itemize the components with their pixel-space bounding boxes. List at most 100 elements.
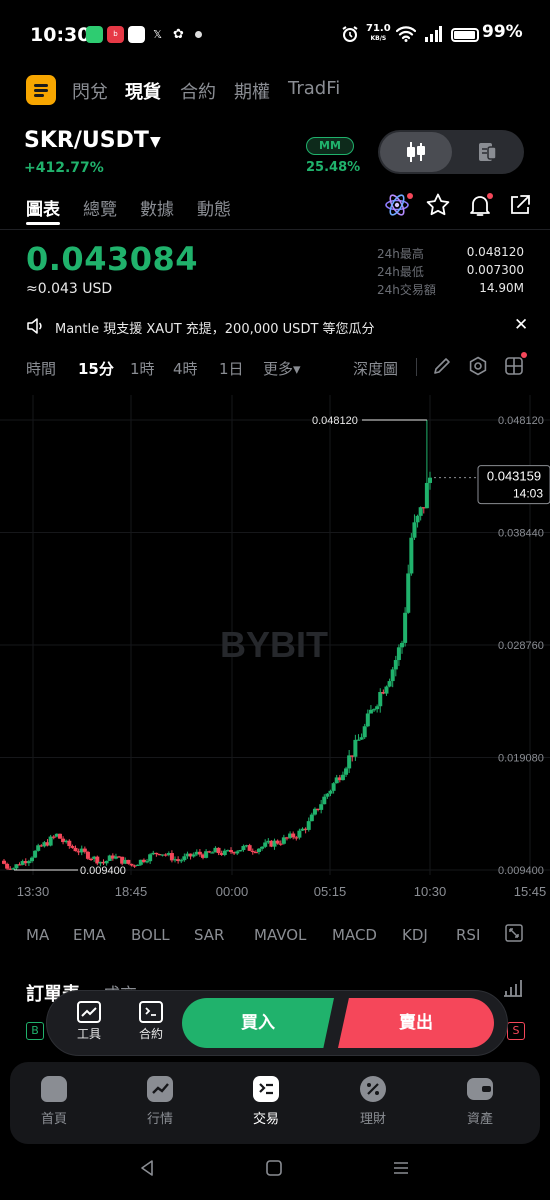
tab-spot[interactable]: 現貨 <box>125 78 161 104</box>
candle-body <box>368 709 373 714</box>
timeframe-1d[interactable]: 1日 <box>219 358 244 379</box>
candle-body <box>344 768 349 775</box>
depth-chart-icon[interactable] <box>502 978 524 998</box>
candle-body <box>309 814 314 822</box>
subtab-chart[interactable]: 圖表 <box>26 195 60 220</box>
star-icon[interactable] <box>425 192 451 218</box>
nav-home[interactable]: 首頁 <box>24 1076 84 1127</box>
timeframe-4h[interactable]: 4時 <box>173 358 198 379</box>
timeframe-15m[interactable]: 15分 <box>78 358 114 379</box>
x-tick-label: 05:15 <box>314 884 347 899</box>
tab-options[interactable]: 期權 <box>234 78 270 104</box>
tools-button[interactable]: 工具 <box>69 1001 109 1042</box>
indicator-ma[interactable]: MA <box>26 926 49 944</box>
candle-body <box>390 669 395 682</box>
indicator-rsi[interactable]: RSI <box>456 926 480 944</box>
trade-view-icon[interactable] <box>476 141 498 163</box>
indicator-mavol[interactable]: MAVOL <box>254 926 306 944</box>
subtab-feed[interactable]: 動態 <box>197 195 231 220</box>
sell-tag: S <box>507 1022 525 1040</box>
candle-body <box>222 850 227 855</box>
candle-body <box>210 852 215 854</box>
nav-assets[interactable]: 資產 <box>450 1076 510 1127</box>
y-tick-label: 0.028760 <box>498 640 544 652</box>
last-price: 0.043084 <box>26 240 199 278</box>
candle-body <box>67 840 72 847</box>
home-button-icon[interactable] <box>265 1158 283 1178</box>
back-icon[interactable] <box>138 1158 156 1178</box>
x-tick-label: 13:30 <box>17 884 50 899</box>
indicator-ema[interactable]: EMA <box>73 926 106 944</box>
share-icon[interactable] <box>507 192 533 218</box>
x-axis-labels: 13:30 18:45 00:00 05:15 10:30 15:45 <box>17 884 547 899</box>
timeframe-1h[interactable]: 1時 <box>130 358 155 379</box>
tab-convert[interactable]: 閃兌 <box>72 78 108 104</box>
indicator-macd[interactable]: MACD <box>332 926 377 944</box>
alarm-icon <box>342 26 358 42</box>
timeframe-more[interactable]: 更多▾ <box>263 358 301 379</box>
timeframe-time[interactable]: 時間 <box>26 358 56 379</box>
indicator-sar[interactable]: SAR <box>194 926 224 944</box>
menu-icon[interactable] <box>26 75 56 105</box>
candle-body <box>148 854 153 862</box>
pencil-icon[interactable] <box>432 356 452 376</box>
candle-body <box>412 522 417 538</box>
more-notifications-icon <box>195 31 202 38</box>
trade-icon <box>253 1076 279 1102</box>
candle-body <box>263 842 268 847</box>
layout-grid-icon[interactable] <box>504 356 524 376</box>
y-tick-label: 0.048120 <box>498 415 544 427</box>
last-price-usd: ≈0.043 USD <box>26 281 113 297</box>
chart-view-option[interactable] <box>380 132 452 172</box>
recents-icon[interactable] <box>392 1158 410 1178</box>
candle-body <box>197 851 202 855</box>
volume-label: 24h交易額 <box>377 283 436 297</box>
nav-markets-label: 行情 <box>146 1112 173 1127</box>
contract-button[interactable]: 合約 <box>131 1001 171 1042</box>
chart-watermark: BYBIT <box>220 624 328 665</box>
subtab-data[interactable]: 數據 <box>140 195 174 220</box>
sell-button[interactable]: 賣出 <box>338 998 494 1048</box>
battery-icon <box>451 28 479 42</box>
mm-badge[interactable]: MM <box>306 137 354 155</box>
depth-chart-tab[interactable]: 深度圖 <box>353 358 398 379</box>
nav-trade[interactable]: 交易 <box>236 1076 296 1127</box>
candle-body <box>247 845 252 851</box>
settings-icon[interactable] <box>468 356 488 376</box>
nav-markets[interactable]: 行情 <box>130 1076 190 1127</box>
nav-earn[interactable]: 理財 <box>343 1076 403 1127</box>
view-toggle[interactable] <box>378 130 524 174</box>
candlestick-icon <box>407 142 425 162</box>
close-icon[interactable]: ✕ <box>514 315 528 335</box>
candle-body <box>347 755 352 769</box>
candle-body <box>396 647 401 661</box>
pair-dropdown-icon[interactable]: ▼ <box>150 134 161 150</box>
markets-icon <box>147 1076 173 1102</box>
announcement-text[interactable]: Mantle 現支援 XAUT 充提，200,000 USDT 等您瓜分 <box>55 318 375 337</box>
subtab-overview[interactable]: 總覽 <box>83 195 117 220</box>
candle-body <box>297 830 302 838</box>
volume-value: 14.90M <box>479 281 524 295</box>
expand-icon[interactable] <box>505 924 523 942</box>
candle-body <box>129 863 134 866</box>
candle-body <box>375 706 380 710</box>
indicator-boll[interactable]: BOLL <box>131 926 170 944</box>
price-chart[interactable]: BYBIT 0.048120 0.038440 0.028760 0.019080 0.… <box>0 395 550 905</box>
indicator-kdj[interactable]: KDJ <box>402 926 428 944</box>
wallet-icon <box>467 1078 493 1100</box>
app-icon <box>128 26 145 43</box>
candle-body <box>328 790 333 794</box>
nav-earn-label: 理財 <box>359 1112 386 1127</box>
candle-body <box>325 793 330 797</box>
candle-body <box>306 821 311 830</box>
home-icon <box>41 1076 67 1102</box>
pair-symbol[interactable]: SKR/USDT <box>24 128 149 153</box>
candle-body <box>73 847 78 852</box>
tools-label: 工具 <box>76 1027 101 1041</box>
tab-derivatives[interactable]: 合約 <box>180 78 216 104</box>
tab-tradfi[interactable]: TradFi <box>288 78 340 99</box>
buy-button[interactable]: 買入 <box>182 998 334 1048</box>
candle-body <box>340 774 345 781</box>
wechat-icon <box>86 26 103 43</box>
flower-icon: ✿ <box>170 26 187 43</box>
